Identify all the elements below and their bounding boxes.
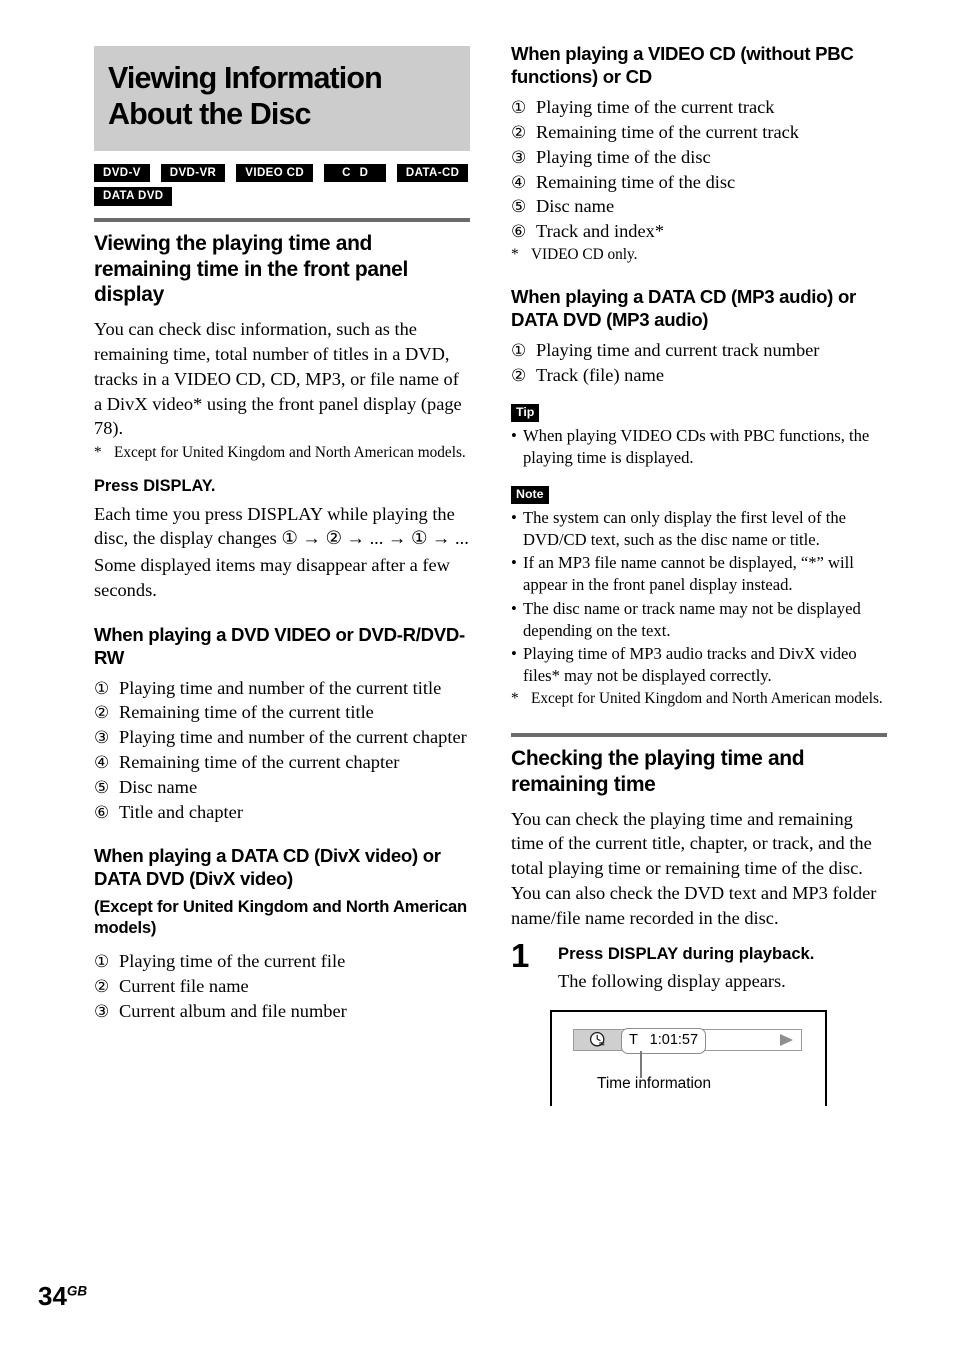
list-item: ⑥ Title and chapter <box>94 801 243 822</box>
list-item: ⑤ Disc name <box>94 777 198 797</box>
list-item: ④ Remaining time of the disc <box>511 171 736 192</box>
play-triangle-icon <box>780 1034 793 1047</box>
list-item: ④ Remaining time of the current chapter <box>94 752 400 773</box>
subheading-divx-region: (Except for United Kingdom and North Ame… <box>94 897 467 938</box>
bullet-glyph: • <box>511 598 517 618</box>
list-item: ① Playing time of the current file <box>94 951 346 972</box>
list-item: ② Remaining time of the current title <box>94 702 374 723</box>
chapter-title-banner: Viewing Information About the Disc <box>94 46 470 151</box>
right-column: When playing a VIDEO CD (without PBC fun… <box>511 42 887 1107</box>
list-item: ② Current file name <box>94 975 249 996</box>
list-item: ③ Playing time of the disc <box>511 146 711 167</box>
list-item: • When playing VIDEO CDs with PBC functio… <box>511 426 870 467</box>
note-badge: Note <box>511 485 549 504</box>
disc-badge-row-1: DVD-V DVD-VR VIDEO CD C D DATA-CD <box>94 163 470 183</box>
osd-time-value: T 1:01:57 <box>621 1028 707 1055</box>
step-title: Press DISPLAY during playback. <box>558 944 815 964</box>
list-item: • Playing time of MP3 audio tracks and Di… <box>511 644 857 686</box>
list-item: • The disc name or track name may not be … <box>511 598 861 640</box>
step-1: 1 Press DISPLAY during playback. The fol… <box>511 939 887 993</box>
heading-divx: When playing a DATA CD (DivX video) or D… <box>94 845 441 890</box>
disc-badge-cd: C D <box>324 163 386 183</box>
illustration-caption: Time information <box>597 1075 712 1093</box>
intro-paragraph-right: You can check the playing time and remai… <box>511 808 877 928</box>
list-item: • The system can only display the first l… <box>511 507 847 549</box>
list-item: ② Remaining time of the current track <box>511 121 799 142</box>
step-description: The following display appears. <box>558 970 786 991</box>
heading-press-display: Press DISPLAY. <box>94 477 216 496</box>
disc-badge-dvd-vr: DVD-VR <box>160 163 226 183</box>
bullet-glyph: • <box>511 553 517 573</box>
clock-icon <box>574 1030 622 1051</box>
list-item: • If an MP3 file name cannot be displayed… <box>511 553 854 595</box>
intro-paragraph-left: You can check disc information, such as … <box>94 319 462 439</box>
press-display-body-2: Some displayed items may disappear after… <box>94 555 450 600</box>
disc-badge-dvd-v: DVD-V <box>94 163 150 183</box>
list-item: ③ Playing time and number of the current … <box>94 727 467 748</box>
page-region-suffix: GB <box>66 1283 88 1299</box>
section-rule-right <box>511 732 887 737</box>
tip-badge: Tip <box>511 404 540 423</box>
heading-dvd-video: When playing a DVD VIDEO or DVD-R/DVD-RW <box>94 623 465 668</box>
page-folio: 34GB <box>38 1283 87 1309</box>
disc-badge-group: DVD-V DVD-VR VIDEO CD C D DATA-CD DATA D… <box>94 163 470 206</box>
list-item: ② Track (file) name <box>511 364 665 385</box>
bullet-glyph: • <box>511 644 517 664</box>
list-dvd-video-items: ① Playing time and number of the current … <box>94 676 470 825</box>
callout-leader-line <box>640 1051 642 1079</box>
disc-badge-video-cd: VIDEO CD <box>236 163 314 183</box>
left-column: Viewing Information About the Disc DVD-V… <box>94 46 470 1024</box>
page-title: Viewing Information About the Disc <box>108 61 383 132</box>
list-item: ① Playing time and current track number <box>511 339 820 360</box>
disc-badge-row-2: DATA DVD <box>94 187 470 206</box>
step-number: 1 <box>511 937 530 975</box>
manual-page: Viewing Information About the Disc DVD-V… <box>0 0 954 1352</box>
list-item: ⑤ Disc name <box>511 196 615 217</box>
press-display-body-1: Each time you press DISPLAY while playin… <box>94 503 469 549</box>
footnote-note: * Except for United Kingdom and North Ame… <box>511 689 883 707</box>
list-item: ⑥ Track and index* <box>511 221 665 242</box>
disc-badge-data-dvd: DATA DVD <box>94 187 173 206</box>
tip-bullet-list: • When playing VIDEO CDs with PBC functio… <box>511 425 887 468</box>
footnote-left-1: * Except for United Kingdom and North Ame… <box>94 443 470 463</box>
list-item: ① Playing time of the current track <box>511 97 775 118</box>
list-mp3-items: ① Playing time and current track number ②… <box>511 338 887 387</box>
list-item: ③ Current album and file number <box>94 1000 347 1021</box>
footnote-marker: * <box>94 444 102 462</box>
heading-mp3: When playing a DATA CD (MP3 audio) or DA… <box>511 285 856 330</box>
tip-block: Tip • When playing VIDEO CDs with PBC fun… <box>511 403 887 469</box>
section-rule-left <box>94 217 470 222</box>
bullet-glyph: • <box>511 507 517 527</box>
heading-checking-time: Checking the playing time and remaining … <box>511 746 805 796</box>
list-item: ① Playing time and number of the current … <box>94 677 442 698</box>
osd-illustration: T 1:01:57 Time information <box>550 1010 827 1107</box>
heading-video-cd: When playing a VIDEO CD (without PBC fun… <box>511 43 854 88</box>
heading-front-panel-display: Viewing the playing time and remaining t… <box>94 231 408 307</box>
note-block: Note • The system can only display the fi… <box>511 485 887 709</box>
osd-status-bar: T 1:01:57 <box>573 1028 802 1055</box>
page-number: 34 <box>38 1281 67 1311</box>
bullet-glyph: • <box>511 426 517 446</box>
list-video-cd-items: ① Playing time of the current track ② Rema… <box>511 95 887 244</box>
note-bullet-list: • The system can only display the first l… <box>511 507 887 687</box>
footnote-video-cd: * VIDEO CD only. <box>511 245 638 263</box>
disc-badge-data-cd: DATA-CD <box>396 163 469 183</box>
list-divx-items: ① Playing time of the current file ② Curre… <box>94 949 470 1023</box>
